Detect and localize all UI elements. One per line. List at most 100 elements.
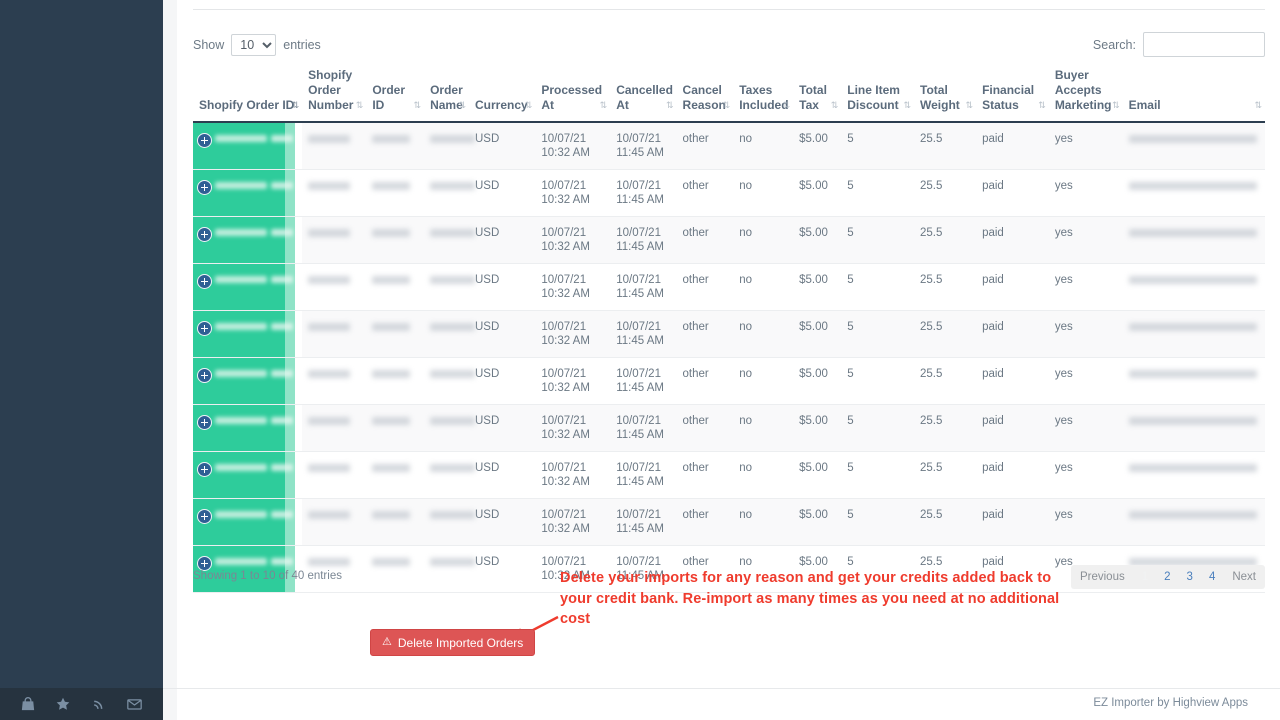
cell-order-id [366, 405, 424, 452]
table-row[interactable]: USD10/07/21 10:32 AM10/07/21 11:45 AMoth… [193, 170, 1265, 217]
cell-taxes-included: no [733, 358, 793, 405]
cell-cancelled-at: 10/07/21 11:45 AM [610, 311, 676, 358]
sort-arrows-icon: ⇅ [1038, 98, 1045, 113]
cell-line-item-discount: 5 [841, 499, 914, 546]
cell-order-name [424, 170, 469, 217]
cell-processed-at: 10/07/21 10:32 AM [535, 122, 610, 170]
redacted-value [215, 511, 267, 518]
redacted-value [372, 135, 410, 143]
pagination-page-4[interactable]: 4 [1201, 565, 1223, 589]
column-header-order-name[interactable]: Order Name⇅ [424, 66, 469, 122]
cell-currency: USD [469, 452, 535, 499]
cell-line-item-discount: 5 [841, 264, 914, 311]
column-header-total-weight[interactable]: Total Weight⇅ [914, 66, 976, 122]
envelope-icon[interactable] [127, 697, 142, 711]
cell-shopify-order-id[interactable] [193, 264, 302, 311]
sort-arrows-icon: ⇅ [525, 98, 532, 113]
sort-arrows-icon: ⇅ [458, 98, 465, 113]
cell-order-name [424, 358, 469, 405]
pagination-page-1[interactable]: 1 [1134, 565, 1156, 589]
cell-shopify-order-id[interactable] [193, 217, 302, 264]
redacted-value [308, 370, 350, 378]
cell-email [1123, 358, 1265, 405]
search-input[interactable] [1143, 32, 1265, 57]
table-row[interactable]: USD10/07/21 10:32 AM10/07/21 11:45 AMoth… [193, 405, 1265, 452]
expand-row-plus-icon[interactable] [197, 133, 212, 148]
pagination-page-3[interactable]: 3 [1179, 565, 1201, 589]
cell-buyer-accepts-marketing: yes [1049, 311, 1123, 358]
table-row[interactable]: USD10/07/21 10:32 AM10/07/21 11:45 AMoth… [193, 264, 1265, 311]
cell-buyer-accepts-marketing: yes [1049, 452, 1123, 499]
cell-line-item-discount: 5 [841, 170, 914, 217]
content-panel: Show 102550100 entries Search: [177, 0, 1280, 688]
redacted-value [1129, 229, 1257, 237]
cell-shopify-order-id[interactable] [193, 311, 302, 358]
cell-order-id [366, 217, 424, 264]
sort-arrows-icon: ⇅ [1254, 98, 1261, 113]
rss-icon[interactable] [92, 697, 106, 711]
column-header-email[interactable]: Email ⇅ [1123, 66, 1265, 122]
star-icon[interactable] [56, 697, 70, 711]
column-header-order-id[interactable]: Order ID⇅ [366, 66, 424, 122]
table-row[interactable]: USD10/07/21 10:32 AM10/07/21 11:45 AMoth… [193, 311, 1265, 358]
cell-order-name [424, 499, 469, 546]
column-header-total-tax[interactable]: Total Tax⇅ [793, 66, 841, 122]
expand-row-plus-icon[interactable] [197, 227, 212, 242]
column-header-financial-status[interactable]: Financial Status⇅ [976, 66, 1049, 122]
column-header-label: Line Item Discount [847, 83, 900, 112]
column-header-processed-at[interactable]: Processed At⇅ [535, 66, 610, 122]
cell-buyer-accepts-marketing: yes [1049, 499, 1123, 546]
table-row[interactable]: USD10/07/21 10:32 AM10/07/21 11:45 AMoth… [193, 358, 1265, 405]
column-header-taxes-included[interactable]: Taxes Included⇅ [733, 66, 793, 122]
column-header-cancelled-at[interactable]: Cancelled At⇅ [610, 66, 676, 122]
expand-row-plus-icon[interactable] [197, 462, 212, 477]
pagination-next[interactable]: Next [1223, 565, 1265, 589]
expand-row-plus-icon[interactable] [197, 415, 212, 430]
column-header-buyer-accepts-marketing[interactable]: Buyer Accepts Marketing⇅ [1049, 66, 1123, 122]
cell-shopify-order-id[interactable] [193, 452, 302, 499]
redacted-value [1129, 182, 1257, 190]
entries-select[interactable]: 102550100 [231, 34, 276, 56]
column-header-shopify-order-number[interactable]: Shopify Order Number⇅ [302, 66, 366, 122]
expand-row-plus-icon[interactable] [197, 509, 212, 524]
cell-shopify-order-id[interactable] [193, 122, 302, 170]
column-header-label: Processed At [541, 83, 602, 112]
redacted-value [271, 417, 293, 424]
pagination-previous[interactable]: Previous [1071, 565, 1134, 589]
table-row[interactable]: USD10/07/21 10:32 AM10/07/21 11:45 AMoth… [193, 217, 1265, 264]
cell-shopify-order-id[interactable] [193, 499, 302, 546]
column-header-label: Total Weight [920, 83, 960, 112]
column-header-line-item-discount[interactable]: Line Item Discount⇅ [841, 66, 914, 122]
annotation-text: Delete your imports for any reason and g… [560, 568, 1070, 630]
expand-row-plus-icon[interactable] [197, 321, 212, 336]
cell-taxes-included: no [733, 122, 793, 170]
shop-bag-icon[interactable] [21, 697, 35, 711]
redacted-value [1129, 276, 1257, 284]
sort-arrows-icon: ⇅ [903, 98, 910, 113]
column-header-shopify-order-id[interactable]: Shopify Order ID⇅ [193, 66, 302, 122]
cell-shopify-order-id[interactable] [193, 358, 302, 405]
cell-cancel-reason: other [677, 311, 734, 358]
cell-total-tax: $5.00 [793, 499, 841, 546]
entries-label: entries [283, 38, 321, 52]
table-row[interactable]: USD10/07/21 10:32 AM10/07/21 11:45 AMoth… [193, 122, 1265, 170]
column-header-cancel-reason[interactable]: Cancel Reason⇅ [677, 66, 734, 122]
cell-email [1123, 499, 1265, 546]
cell-shopify-order-id[interactable] [193, 170, 302, 217]
pagination-page-2[interactable]: 2 [1156, 565, 1178, 589]
expand-row-plus-icon[interactable] [197, 180, 212, 195]
cell-total-weight: 25.5 [914, 452, 976, 499]
redacted-value [215, 464, 267, 471]
expand-row-plus-icon[interactable] [197, 274, 212, 289]
column-header-label: Email [1129, 98, 1161, 112]
table-row[interactable]: USD10/07/21 10:32 AM10/07/21 11:45 AMoth… [193, 452, 1265, 499]
cell-line-item-discount: 5 [841, 217, 914, 264]
redacted-value [215, 558, 267, 565]
redacted-value [271, 323, 293, 330]
redacted-value [215, 135, 267, 142]
delete-imported-orders-button[interactable]: ⚠ Delete Imported Orders [370, 629, 535, 656]
cell-shopify-order-id[interactable] [193, 405, 302, 452]
expand-row-plus-icon[interactable] [197, 368, 212, 383]
column-header-currency[interactable]: Currency⇅ [469, 66, 535, 122]
table-row[interactable]: USD10/07/21 10:32 AM10/07/21 11:45 AMoth… [193, 499, 1265, 546]
